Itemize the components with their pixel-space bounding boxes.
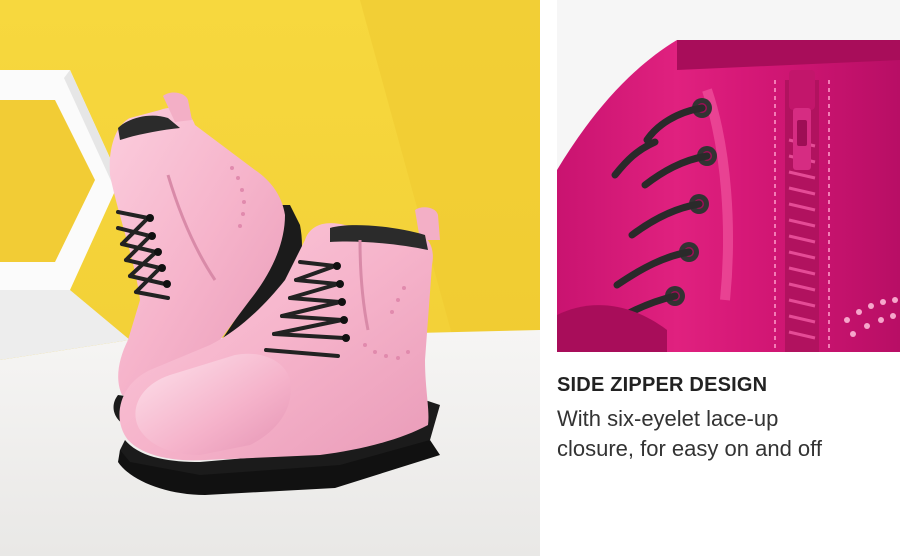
feature-caption: SIDE ZIPPER DESIGN With six-eyelet lace-… [557,372,887,464]
zipper-closeup-photo [557,0,900,352]
feature-description-line-2: closure, for easy on and off [557,436,822,461]
feature-title: SIDE ZIPPER DESIGN [557,374,768,396]
product-feature-panel: SIDE ZIPPER DESIGN With six-eyelet lace-… [0,0,900,556]
feature-description: With six-eyelet lace-up closure, for eas… [557,404,887,464]
feature-description-line-1: With six-eyelet lace-up [557,406,779,431]
boots-pair-photo [0,0,540,556]
